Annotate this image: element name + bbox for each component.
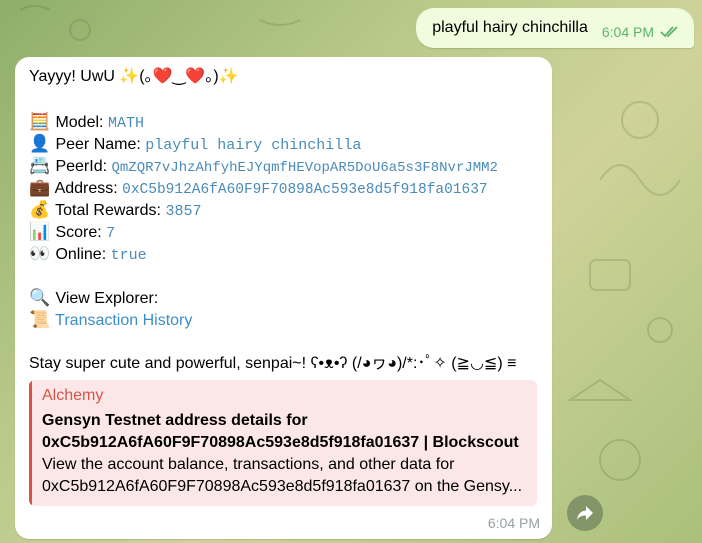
forward-arrow-icon (577, 506, 593, 520)
transaction-history-link[interactable]: Transaction History (55, 312, 192, 329)
briefcase-icon: 💼 (29, 178, 51, 197)
money-bag-icon: 💰 (29, 200, 51, 219)
scroll-icon: 📜 (29, 310, 51, 329)
person-icon: 👤 (29, 134, 51, 153)
abacus-icon: 🧮 (29, 112, 51, 131)
field-value[interactable]: playful hairy chinchilla (145, 137, 361, 154)
closing-text: Stay super cute and powerful, senpai~! ʕ… (29, 355, 517, 372)
field-value[interactable]: 0xC5b912A6fA60F9F70898Ac593e8d5f918fa016… (122, 182, 487, 198)
greeting-text: Yayyy! UwU ✨(｡❤️‿❤️｡)✨ (29, 68, 239, 85)
forward-button[interactable] (567, 495, 603, 531)
bar-chart-icon: 📊 (29, 222, 51, 241)
field-online: 👀 Online: true (29, 244, 147, 266)
field-peer-name: 👤 Peer Name: playful hairy chinchilla (29, 134, 361, 156)
double-check-icon (660, 26, 678, 38)
field-value[interactable]: 3857 (165, 203, 201, 220)
field-score: 📊 Score: 7 (29, 222, 115, 244)
link-preview-description-line: View the account balance, transactions, … (42, 456, 455, 473)
outgoing-message-time: 6:04 PM (601, 24, 654, 40)
magnifier-icon: 🔍 (29, 288, 51, 307)
field-value[interactable]: 7 (106, 225, 115, 242)
field-label: Peer Name: (55, 136, 141, 153)
field-total-rewards: 💰 Total Rewards: 3857 (29, 200, 201, 222)
incoming-message-time: 6:04 PM (487, 515, 540, 531)
link-preview-description: View the account balance, transactions, … (42, 454, 532, 498)
field-label: Address: (54, 180, 118, 197)
field-label: PeerId: (55, 158, 108, 175)
field-peer-id: 📇 PeerId: QmZQR7vJhzAhfyhEJYqmfHEVopAR5D… (29, 156, 498, 178)
field-address: 💼 Address: 0xC5b912A6fA60F9F70898Ac593e8… (29, 178, 488, 200)
outgoing-message-text: playful hairy chinchilla (432, 19, 588, 36)
eyes-icon: 👀 (29, 244, 51, 263)
field-value[interactable]: QmZQR7vJhzAhfyhEJYqmfHEVopAR5DoU6a5s3F8N… (112, 160, 498, 176)
link-preview-description-line: 0xC5b912A6fA60F9F70898Ac593e8d5f918fa016… (42, 478, 523, 495)
field-value[interactable]: MATH (108, 115, 144, 132)
link-preview-title: Gensyn Testnet address details for 0xC5b… (42, 412, 519, 451)
field-label: Model: (55, 114, 104, 131)
outgoing-message-bubble[interactable]: playful hairy chinchilla 6:04 PM (416, 8, 694, 48)
incoming-message-bubble[interactable]: Yayyy! UwU ✨(｡❤️‿❤️｡)✨ 🧮 Model: MATH 👤 P… (15, 57, 552, 539)
view-explorer-row: 🔍 View Explorer: (29, 288, 158, 309)
link-preview-site-name: Alchemy (42, 387, 104, 404)
field-label: Total Rewards: (55, 202, 161, 219)
link-preview-accent-bar (29, 380, 32, 506)
field-model: 🧮 Model: MATH (29, 112, 144, 134)
field-label: Score: (55, 224, 102, 241)
transaction-history-row: 📜 Transaction History (29, 310, 192, 331)
field-label: Online: (55, 246, 107, 263)
outgoing-message-meta: 6:04 PM (602, 24, 680, 40)
view-explorer-label: View Explorer: (55, 290, 159, 307)
field-value[interactable]: true (111, 247, 147, 264)
card-index-icon: 📇 (29, 156, 51, 175)
link-preview-card[interactable]: Alchemy Gensyn Testnet address details f… (29, 380, 537, 506)
